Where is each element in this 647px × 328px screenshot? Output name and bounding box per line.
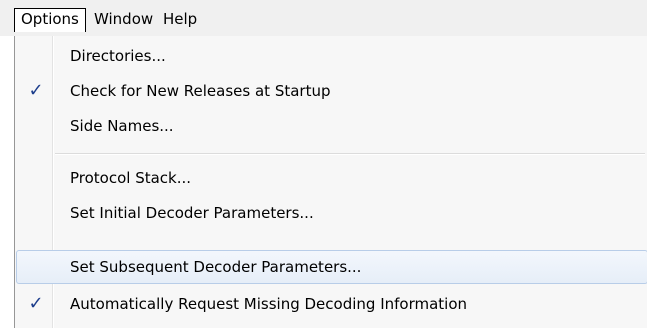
- window-background: [0, 36, 14, 328]
- menu-item-check-new-releases[interactable]: ✓ Check for New Releases at Startup: [17, 74, 647, 108]
- menu-item-label: Directories...: [70, 47, 166, 65]
- menu-item-label: Check for New Releases at Startup: [70, 82, 331, 100]
- menu-bar: Options Window Help: [0, 0, 647, 37]
- menu-item-label: Protocol Stack...: [70, 169, 192, 187]
- menu-item-side-names[interactable]: Side Names...: [17, 109, 647, 143]
- menu-item-set-initial-decoder-parameters[interactable]: Set Initial Decoder Parameters...: [17, 196, 647, 230]
- checkmark-icon: ✓: [28, 80, 44, 101]
- menu-item-auto-request-missing-decoding-info[interactable]: ✓ Automatically Request Missing Decoding…: [17, 287, 647, 321]
- menu-help[interactable]: Help: [157, 8, 203, 30]
- application-window: Options Window Help Directories... ✓ Che…: [0, 0, 647, 328]
- menu-item-label: Set Subsequent Decoder Parameters...: [70, 258, 362, 276]
- menu-item-label: Automatically Request Missing Decoding I…: [70, 295, 468, 313]
- menu-item-label: Side Names...: [70, 117, 174, 135]
- menu-item-label: Set Initial Decoder Parameters...: [70, 204, 314, 222]
- menu-separator-highlight: [55, 154, 645, 155]
- options-dropdown-menu: Directories... ✓ Check for New Releases …: [14, 36, 647, 328]
- menu-item-directories[interactable]: Directories...: [17, 39, 647, 73]
- menu-item-protocol-stack[interactable]: Protocol Stack...: [17, 161, 647, 195]
- menu-window[interactable]: Window: [88, 8, 159, 30]
- menu-item-set-subsequent-decoder-parameters[interactable]: Set Subsequent Decoder Parameters...: [16, 250, 647, 284]
- menu-options[interactable]: Options: [14, 8, 86, 32]
- checkmark-icon: ✓: [28, 293, 44, 314]
